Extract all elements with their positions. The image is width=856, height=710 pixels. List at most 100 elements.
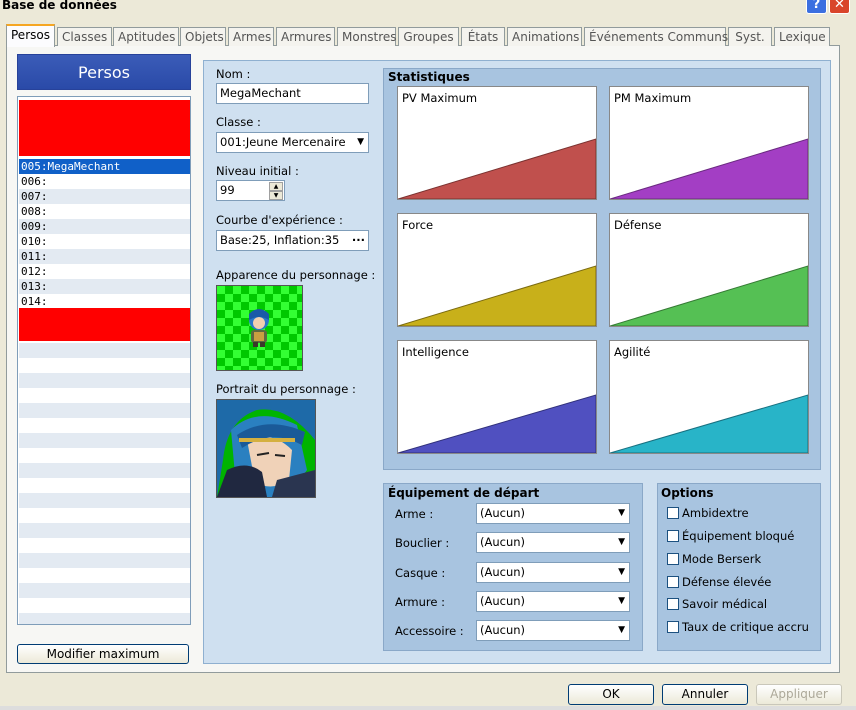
stat-card-agility[interactable]: Agilité <box>609 340 809 454</box>
tab-objets[interactable]: Objets <box>180 27 226 46</box>
actor-list[interactable]: 005:MegaMechant 006: 007: 008: 009: 010:… <box>17 96 191 625</box>
stat-label-defense: Défense <box>614 218 662 232</box>
close-icon[interactable]: ✕ <box>829 0 850 14</box>
list-block-red <box>19 100 190 156</box>
helmet-label: Casque : <box>395 566 446 580</box>
shield-value: (Aucun) <box>480 535 526 549</box>
weapon-value: (Aucun) <box>480 506 526 520</box>
option-berserk[interactable]: Mode Berserk <box>667 552 761 566</box>
tab-aptitudes[interactable]: Aptitudes <box>113 27 179 46</box>
list-item[interactable]: 006: <box>19 174 190 189</box>
more-icon[interactable]: ··· <box>352 231 365 250</box>
class-label: Classe : <box>216 115 261 129</box>
list-block-red <box>19 308 190 341</box>
exp-curve-label: Courbe d'expérience : <box>216 213 343 227</box>
stat-card-intelligence[interactable]: Intelligence <box>397 340 597 454</box>
list-item[interactable]: 012: <box>19 264 190 279</box>
title-bar <box>0 0 856 14</box>
equipment-title: Équipement de départ <box>388 486 540 500</box>
apply-button[interactable]: Appliquer <box>756 684 842 705</box>
exp-curve-field[interactable]: Base:25, Inflation:35 ··· <box>216 230 369 251</box>
level-value: 99 <box>220 183 235 197</box>
tab-persos[interactable]: Persos <box>6 24 55 47</box>
stat-card-force[interactable]: Force <box>397 213 597 327</box>
chevron-down-icon: ▼ <box>618 596 625 606</box>
option-locked-equipment[interactable]: Équipement bloqué <box>667 529 794 543</box>
stats-title: Statistiques <box>388 70 470 84</box>
taskbar-strip <box>0 706 856 710</box>
tab-monstres[interactable]: Monstres <box>337 27 397 46</box>
class-value: 001:Jeune Mercenaire <box>220 135 346 149</box>
tab-groupes[interactable]: Groupes <box>398 27 459 46</box>
tab-armes[interactable]: Armes <box>228 27 274 46</box>
window-title: Base de données <box>2 0 117 12</box>
stat-label-agility: Agilité <box>614 345 651 359</box>
tab-classes[interactable]: Classes <box>57 27 112 46</box>
tab-syst[interactable]: Syst. <box>728 27 772 46</box>
persos-header: Persos <box>17 54 191 90</box>
list-item[interactable]: 011: <box>19 249 190 264</box>
stat-label-force: Force <box>402 218 434 232</box>
list-item-selected[interactable]: 005:MegaMechant <box>19 159 190 174</box>
tab-animations[interactable]: Animations <box>507 27 582 46</box>
list-item[interactable]: 013: <box>19 279 190 294</box>
appearance-label: Apparence du personnage : <box>216 268 376 282</box>
portrait-label: Portrait du personnage : <box>216 382 356 396</box>
options-title: Options <box>661 486 714 500</box>
chevron-down-icon: ▼ <box>618 567 625 577</box>
option-dual-wield[interactable]: Ambidextre <box>667 506 749 520</box>
spin-up-icon[interactable]: ▲ <box>269 182 283 191</box>
checkbox[interactable] <box>667 576 679 588</box>
shield-dropdown[interactable]: (Aucun) ▼ <box>476 532 630 553</box>
modify-maximum-button[interactable]: Modifier maximum <box>17 644 189 664</box>
list-item[interactable]: 014: <box>19 294 190 309</box>
option-medical-knowledge[interactable]: Savoir médical <box>667 597 767 611</box>
stat-card-hp[interactable]: PV Maximum <box>397 86 597 200</box>
name-label: Nom : <box>216 67 251 81</box>
weapon-dropdown[interactable]: (Aucun) ▼ <box>476 503 630 524</box>
character-sprite[interactable] <box>216 285 303 371</box>
list-item[interactable]: 010: <box>19 234 190 249</box>
stat-label-mp: PM Maximum <box>614 91 692 105</box>
character-portrait[interactable] <box>216 399 316 498</box>
tab-armures[interactable]: Armures <box>276 27 335 46</box>
accessory-value: (Aucun) <box>480 623 526 637</box>
checkbox[interactable] <box>667 621 679 633</box>
checkbox[interactable] <box>667 553 679 565</box>
chevron-down-icon: ▼ <box>618 625 625 635</box>
chevron-down-icon: ▼ <box>357 137 364 147</box>
checkbox[interactable] <box>667 530 679 542</box>
cancel-button[interactable]: Annuler <box>662 684 748 705</box>
exp-curve-value: Base:25, Inflation:35 <box>220 233 340 247</box>
helmet-value: (Aucun) <box>480 565 526 579</box>
armor-dropdown[interactable]: (Aucun) ▼ <box>476 591 630 612</box>
tab-evenements-communs[interactable]: Événements Communs <box>584 27 728 46</box>
tab-etats[interactable]: États <box>461 27 505 46</box>
name-field[interactable]: MegaMechant <box>216 83 369 104</box>
option-critical-rate[interactable]: Taux de critique accru <box>667 620 809 634</box>
accessory-dropdown[interactable]: (Aucun) ▼ <box>476 620 630 641</box>
shield-label: Bouclier : <box>395 536 450 550</box>
chevron-down-icon: ▼ <box>618 537 625 547</box>
list-item[interactable]: 007: <box>19 189 190 204</box>
ok-button[interactable]: OK <box>568 684 654 705</box>
class-dropdown[interactable]: 001:Jeune Mercenaire ▼ <box>216 132 369 153</box>
stat-card-mp[interactable]: PM Maximum <box>609 86 809 200</box>
level-stepper[interactable]: 99 ▲ ▼ <box>216 180 285 201</box>
option-high-defense[interactable]: Défense élevée <box>667 575 771 589</box>
checkbox[interactable] <box>667 507 679 519</box>
list-item[interactable]: 008: <box>19 204 190 219</box>
armor-value: (Aucun) <box>480 594 526 608</box>
accessory-label: Accessoire : <box>395 624 464 638</box>
help-icon[interactable]: ? <box>806 0 827 14</box>
stat-label-intelligence: Intelligence <box>402 345 469 359</box>
stat-card-defense[interactable]: Défense <box>609 213 809 327</box>
checkbox[interactable] <box>667 598 679 610</box>
chevron-down-icon: ▼ <box>618 508 625 518</box>
spin-down-icon[interactable]: ▼ <box>269 191 283 200</box>
tab-lexique[interactable]: Lexique <box>774 27 830 46</box>
stat-label-hp: PV Maximum <box>402 91 478 105</box>
helmet-dropdown[interactable]: (Aucun) ▼ <box>476 562 630 583</box>
list-item[interactable]: 009: <box>19 219 190 234</box>
level-label: Niveau initial : <box>216 164 299 178</box>
